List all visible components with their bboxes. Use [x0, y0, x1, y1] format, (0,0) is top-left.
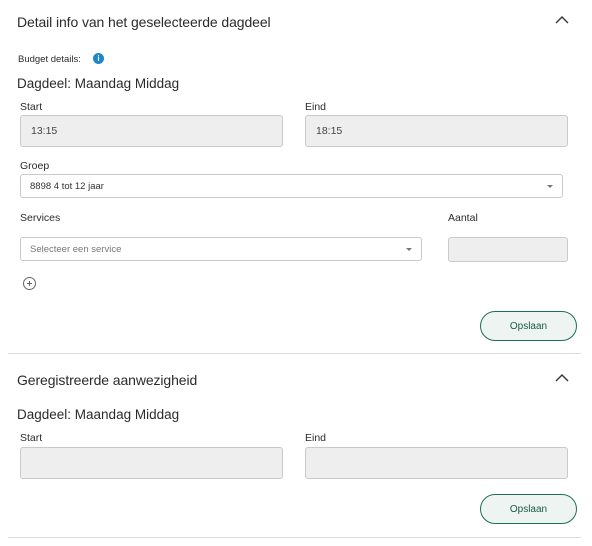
registered-start-label: Start: [20, 432, 43, 444]
services-select-placeholder: Selecteer een service: [30, 243, 122, 255]
detail-panel: Detail info van het geselecteerde dagdee…: [8, 0, 581, 354]
registered-eind-label: Eind: [305, 432, 327, 444]
start-label: Start: [20, 101, 43, 113]
caret-down-icon: [547, 185, 553, 188]
groep-select-value: 8898 4 tot 12 jaar: [30, 180, 104, 192]
budget-details-label: Budget details:: [18, 54, 81, 65]
chevron-up-icon[interactable]: [555, 371, 569, 385]
save-button[interactable]: Opslaan: [480, 311, 577, 341]
services-label: Services: [20, 212, 61, 224]
registered-start-field[interactable]: [20, 447, 283, 479]
registered-eind-field[interactable]: [305, 447, 568, 479]
start-field[interactable]: 13:15: [20, 115, 283, 147]
registered-panel: Geregistreerde aanwezigheid Dagdeel: Maa…: [8, 355, 581, 538]
dagdeel-heading: Dagdeel: Maandag Middag: [17, 76, 180, 91]
plus-circle-icon[interactable]: [23, 277, 36, 290]
eind-field[interactable]: 18:15: [305, 115, 568, 147]
detail-panel-title: Detail info van het geselecteerde dagdee…: [17, 14, 271, 30]
groep-label: Groep: [20, 160, 50, 172]
caret-down-icon: [406, 248, 412, 251]
groep-select[interactable]: 8898 4 tot 12 jaar: [20, 174, 563, 198]
aantal-label: Aantal: [448, 212, 478, 224]
registered-dagdeel-heading: Dagdeel: Maandag Middag: [17, 407, 180, 422]
services-select[interactable]: Selecteer een service: [20, 237, 422, 261]
info-icon[interactable]: i: [93, 53, 104, 64]
registered-panel-title: Geregistreerde aanwezigheid: [17, 372, 198, 388]
aantal-field[interactable]: [448, 237, 568, 262]
eind-label: Eind: [305, 101, 327, 113]
registered-save-button[interactable]: Opslaan: [480, 494, 577, 524]
chevron-up-icon[interactable]: [555, 13, 569, 27]
